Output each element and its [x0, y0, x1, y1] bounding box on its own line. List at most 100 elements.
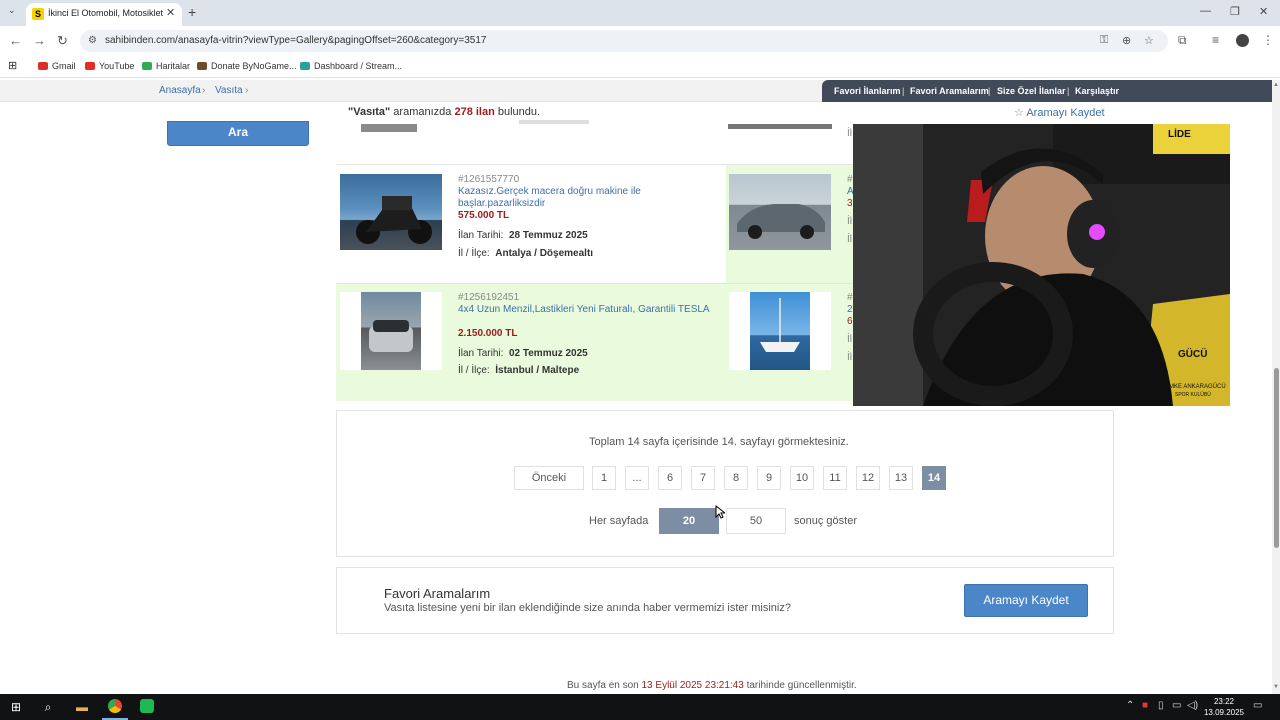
tab-search-icon[interactable]: ⌄ [8, 5, 16, 16]
page-button[interactable]: 11 [823, 466, 847, 490]
bookmark-dashboard[interactable]: Dashboard / Stream... [300, 61, 402, 71]
listing-title[interactable]: 4x4 Uzun Menzil,Lastikleri Yeni Faturalı… [458, 304, 718, 316]
tray-usb-icon[interactable]: ▯ [1158, 700, 1164, 711]
forward-icon[interactable]: → [33, 33, 46, 48]
windows-taskbar: ⊞ ⌕ ▬ ⌃ ■ ▯ ▭ ◁) 23:22 13.09.2025 ▭ [0, 694, 1280, 720]
suv-illustration [369, 320, 413, 352]
prev-page-button[interactable]: Önceki [514, 466, 584, 490]
chrome-icon[interactable] [103, 698, 127, 716]
media-icon[interactable]: ≡ [1212, 33, 1219, 47]
page-button[interactable]: 6 [658, 466, 682, 490]
bynogame-icon [197, 62, 207, 70]
wall-banner-text: LİDE [1168, 129, 1191, 140]
password-key-icon[interactable]: ⚿ [1100, 34, 1108, 47]
close-window-icon[interactable]: ✕ [1259, 5, 1268, 18]
tray-app-icon[interactable]: ■ [1142, 700, 1148, 711]
bookmark-haritalar[interactable]: Haritalar [142, 61, 190, 71]
new-tab-icon[interactable]: + [188, 4, 196, 20]
club-badge-name: MKE ANKARAGÜCÜ [1169, 384, 1226, 390]
search-button[interactable]: Ara [167, 121, 309, 146]
page-button[interactable]: 10 [790, 466, 814, 490]
reload-icon[interactable]: ↻ [57, 33, 68, 49]
search-icon[interactable]: ⌕ [36, 698, 60, 716]
page-button[interactable]: 7 [691, 466, 715, 490]
minimize-icon[interactable]: — [1200, 5, 1211, 17]
listing-photo-tesla[interactable] [361, 292, 421, 370]
page-ellipsis: ... [625, 466, 649, 490]
sailboat-illustration [760, 298, 800, 352]
volume-icon[interactable]: ◁) [1187, 700, 1198, 711]
listing-price: 575.000 TL [458, 210, 510, 221]
bookmark-youtube[interactable]: YouTube [85, 61, 134, 71]
listing-peek-text: İl [847, 216, 852, 227]
apps-grid-icon[interactable]: ⊞ [8, 59, 17, 72]
menu-size-ozel-ilanlar[interactable]: Size Özel İlanlar [997, 86, 1066, 96]
menu-separator: | [988, 86, 991, 96]
url-text: sahibinden.com/anasayfa-vitrin?viewType=… [105, 35, 487, 46]
scroll-up-icon[interactable]: ▲ [1273, 82, 1279, 88]
save-search-button[interactable]: Aramayı Kaydet [964, 584, 1088, 617]
pagination-summary: Toplam 14 sayfa içerisinde 14. sayfayı g… [589, 436, 849, 448]
scrollbar-thumb[interactable] [1274, 368, 1279, 548]
page-button[interactable]: 1 [592, 466, 616, 490]
file-explorer-icon[interactable]: ▬ [70, 698, 94, 716]
listing-photo-sedan[interactable] [729, 174, 831, 250]
notifications-icon[interactable]: ▭ [1253, 700, 1262, 711]
bookmark-bynogame[interactable]: Donate ByNoGame... [197, 61, 297, 71]
listing-id: #1261557770 [458, 174, 520, 185]
bookmark-gmail[interactable]: Gmail [38, 61, 76, 71]
listing-photo-motorcycle[interactable] [340, 174, 442, 250]
page-button[interactable]: 8 [724, 466, 748, 490]
menu-favori-ilanlarim[interactable]: Favori İlanlarım [834, 86, 901, 96]
save-search-label: Aramayı Kaydet [1026, 107, 1105, 119]
close-tab-icon[interactable]: ✕ [166, 6, 175, 19]
breadcrumb-anasayfa[interactable]: Anasayfa [159, 85, 201, 96]
save-search-link[interactable]: ☆ Aramayı Kaydet [1014, 106, 1105, 119]
result-summary: "Vasıta" aramanızda 278 ilan bulundu. [348, 106, 540, 118]
menu-karsilastir[interactable]: Karşılaştır [1075, 86, 1119, 96]
listing-photo-boat[interactable] [750, 292, 810, 370]
listing-location: Antalya / Döşemealtı [495, 248, 594, 259]
result-suffix: bulundu. [497, 106, 541, 118]
sedan-illustration [737, 204, 825, 239]
browser-toolbar: ← → ↻ ⚙ sahibinden.com/anasayfa-vitrin?v… [0, 26, 1280, 56]
per-page-option-20[interactable]: 20 [659, 508, 719, 534]
scroll-down-icon[interactable]: ▼ [1273, 684, 1279, 690]
per-page-label: Her sayfada [589, 515, 649, 527]
chrome-logo [108, 699, 122, 713]
extensions-icon[interactable]: ⧉ [1178, 33, 1187, 48]
zoom-icon[interactable]: ⊕ [1122, 34, 1131, 47]
app-icon[interactable] [135, 698, 159, 716]
back-icon[interactable]: ← [9, 33, 22, 48]
browser-tab[interactable]: S İkinci El Otomobil, Motosiklet M ✕ [26, 3, 182, 26]
listing-row[interactable]: #1261557770 Kazasız.Gerçek macera doğru … [336, 164, 854, 283]
site-info-icon[interactable]: ⚙ [88, 35, 97, 46]
listing-peek-text: İl [847, 234, 852, 245]
breadcrumb-vasita[interactable]: Vasıta [215, 85, 243, 96]
bookmark-star-icon[interactable]: ☆ [1144, 34, 1154, 47]
restore-icon[interactable]: ❐ [1230, 5, 1240, 18]
address-bar[interactable]: ⚙ sahibinden.com/anasayfa-vitrin?viewTyp… [80, 30, 1168, 52]
windows-start-icon[interactable]: ⊞ [4, 698, 28, 716]
mouse-cursor-icon [715, 505, 725, 519]
listing-id: #1256192451 [458, 292, 520, 303]
network-icon[interactable]: ▭ [1172, 700, 1181, 711]
profile-avatar[interactable] [1236, 34, 1249, 47]
menu-favori-aramalarim[interactable]: Favori Aramalarım [910, 86, 989, 96]
menu-dots-icon[interactable]: ⋮ [1262, 33, 1274, 47]
menu-separator: | [1067, 86, 1070, 96]
current-page-button[interactable]: 14 [922, 466, 946, 490]
listing-peek-text: 2 [847, 304, 853, 315]
page-button[interactable]: 13 [889, 466, 913, 490]
clock-date: 13.09.2025 [1203, 708, 1245, 717]
listing-row[interactable]: #1256192451 4x4 Uzun Menzil,Lastikleri Y… [336, 283, 853, 401]
webcam-feed-illustration [853, 124, 1230, 406]
page-button[interactable]: 12 [856, 466, 880, 490]
tray-expand-icon[interactable]: ⌃ [1126, 700, 1134, 711]
per-page-option-50[interactable]: 50 [726, 508, 786, 534]
listing-title[interactable]: Kazasız.Gerçek macera doğru makine ile b… [458, 186, 708, 210]
page-button[interactable]: 9 [757, 466, 781, 490]
listing-peek-text: 6 [847, 316, 853, 327]
taskbar-clock[interactable]: 23:22 13.09.2025 [1198, 696, 1250, 718]
bookmark-label: Gmail [52, 61, 76, 71]
